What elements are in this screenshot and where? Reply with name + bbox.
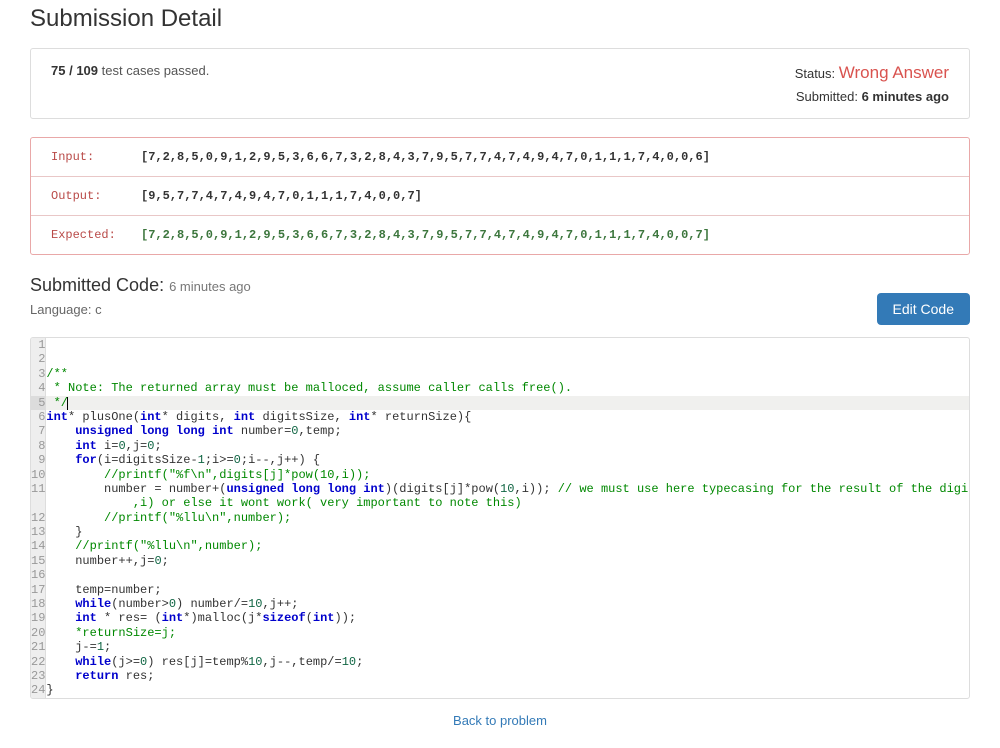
- line-content: int i=0,j=0;: [46, 439, 970, 453]
- code-line: 5 */: [31, 396, 970, 410]
- language-line: Language: c: [30, 302, 251, 317]
- code-line: 15 number++,j=0;: [31, 554, 970, 568]
- code-line: 1: [31, 338, 970, 352]
- line-number: 19: [31, 611, 46, 625]
- line-number: 12: [31, 511, 46, 525]
- line-number: 24: [31, 683, 46, 697]
- test-cases-passed: 75 / 109 test cases passed.: [51, 63, 209, 78]
- line-content: number++,j=0;: [46, 554, 970, 568]
- line-number: 8: [31, 439, 46, 453]
- line-content: /**: [46, 367, 970, 381]
- line-content: int* plusOne(int* digits, int digitsSize…: [46, 410, 970, 424]
- line-number: 10: [31, 468, 46, 482]
- line-content: for(i=digitsSize-1;i>=0;i--,j++) {: [46, 453, 970, 467]
- code-line: 2: [31, 352, 970, 366]
- line-content: */: [46, 396, 970, 410]
- status-value: Wrong Answer: [839, 63, 949, 82]
- line-content: //printf("%llu\n",number);: [46, 539, 970, 553]
- line-content: return res;: [46, 669, 970, 683]
- line-number: [31, 496, 46, 510]
- code-line: 7 unsigned long long int number=0,temp;: [31, 424, 970, 438]
- line-content: }: [46, 683, 970, 697]
- code-line: ,i) or else it wont work( very important…: [31, 496, 970, 510]
- line-content: number = number+(unsigned long long int)…: [46, 482, 970, 496]
- line-number: 20: [31, 626, 46, 640]
- back-to-problem-link[interactable]: Back to problem: [30, 713, 970, 728]
- line-number: 7: [31, 424, 46, 438]
- code-line: 11 number = number+(unsigned long long i…: [31, 482, 970, 496]
- page-title: Submission Detail: [30, 5, 970, 33]
- code-line: 8 int i=0,j=0;: [31, 439, 970, 453]
- line-content: * Note: The returned array must be mallo…: [46, 381, 970, 395]
- line-number: 4: [31, 381, 46, 395]
- line-content: while(j>=0) res[j]=temp%10,j--,temp/=10;: [46, 655, 970, 669]
- line-number: 11: [31, 482, 46, 496]
- summary-right: Status: Wrong Answer Submitted: 6 minute…: [795, 63, 949, 104]
- code-line: 23 return res;: [31, 669, 970, 683]
- line-number: 9: [31, 453, 46, 467]
- error-panel: Input: [7,2,8,5,0,9,1,2,9,5,3,6,6,7,3,2,…: [30, 137, 970, 255]
- line-number: 14: [31, 539, 46, 553]
- line-number: 23: [31, 669, 46, 683]
- line-content: *returnSize=j;: [46, 626, 970, 640]
- output-row: Output: [9,5,7,7,4,7,4,9,4,7,0,1,1,1,7,4…: [31, 177, 969, 216]
- code-line: 3/**: [31, 367, 970, 381]
- line-content: int * res= (int*)malloc(j*sizeof(int));: [46, 611, 970, 625]
- line-content: ,i) or else it wont work( very important…: [46, 496, 970, 510]
- line-content: [46, 338, 970, 352]
- summary-panel: 75 / 109 test cases passed. Status: Wron…: [30, 48, 970, 119]
- line-content: j-=1;: [46, 640, 970, 654]
- code-line: 18 while(number>0) number/=10,j++;: [31, 597, 970, 611]
- code-line: 21 j-=1;: [31, 640, 970, 654]
- line-number: 22: [31, 655, 46, 669]
- line-number: 2: [31, 352, 46, 366]
- code-line: 22 while(j>=0) res[j]=temp%10,j--,temp/=…: [31, 655, 970, 669]
- code-line: 24}: [31, 683, 970, 697]
- code-line: 6int* plusOne(int* digits, int digitsSiz…: [31, 410, 970, 424]
- line-number: 18: [31, 597, 46, 611]
- edit-code-button[interactable]: Edit Code: [877, 293, 970, 325]
- line-content: }: [46, 525, 970, 539]
- code-line: 13 }: [31, 525, 970, 539]
- line-number: 5: [31, 396, 46, 410]
- code-line: 17 temp=number;: [31, 583, 970, 597]
- code-line: 16: [31, 568, 970, 582]
- code-editor[interactable]: 123/**4 * Note: The returned array must …: [30, 337, 970, 699]
- code-line: 14 //printf("%llu\n",number);: [31, 539, 970, 553]
- code-line: 20 *returnSize=j;: [31, 626, 970, 640]
- code-line: 4 * Note: The returned array must be mal…: [31, 381, 970, 395]
- line-content: //printf("%llu\n",number);: [46, 511, 970, 525]
- line-number: 1: [31, 338, 46, 352]
- submitted-code-title: Submitted Code: 6 minutes ago: [30, 275, 251, 296]
- line-number: 21: [31, 640, 46, 654]
- line-number: 13: [31, 525, 46, 539]
- line-number: 3: [31, 367, 46, 381]
- line-content: temp=number;: [46, 583, 970, 597]
- line-content: unsigned long long int number=0,temp;: [46, 424, 970, 438]
- line-number: 17: [31, 583, 46, 597]
- line-content: while(number>0) number/=10,j++;: [46, 597, 970, 611]
- line-content: [46, 568, 970, 582]
- line-number: 6: [31, 410, 46, 424]
- line-content: [46, 352, 970, 366]
- code-line: 12 //printf("%llu\n",number);: [31, 511, 970, 525]
- code-line: 9 for(i=digitsSize-1;i>=0;i--,j++) {: [31, 453, 970, 467]
- line-number: 15: [31, 554, 46, 568]
- expected-row: Expected: [7,2,8,5,0,9,1,2,9,5,3,6,6,7,3…: [31, 216, 969, 254]
- code-line: 10 //printf("%f\n",digits[j]*pow(10,i));: [31, 468, 970, 482]
- code-line: 19 int * res= (int*)malloc(j*sizeof(int)…: [31, 611, 970, 625]
- line-number: 16: [31, 568, 46, 582]
- submitted-time: 6 minutes ago: [862, 89, 949, 104]
- input-row: Input: [7,2,8,5,0,9,1,2,9,5,3,6,6,7,3,2,…: [31, 138, 969, 177]
- line-content: //printf("%f\n",digits[j]*pow(10,i));: [46, 468, 970, 482]
